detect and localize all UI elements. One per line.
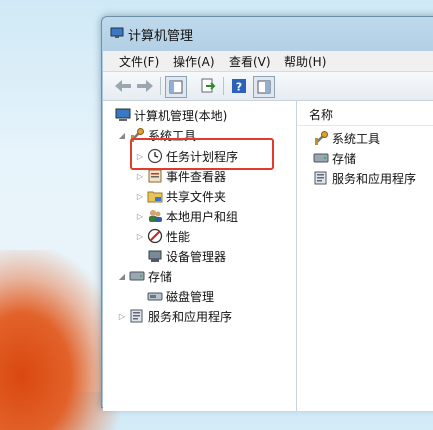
menu-help[interactable]: 帮助(H) bbox=[284, 53, 326, 70]
services-icon bbox=[313, 170, 329, 186]
tree-item-local-users[interactable]: ▷ 本地用户和组 bbox=[135, 207, 238, 225]
tree-label: 存储 bbox=[148, 269, 173, 284]
tree-item-device-manager[interactable]: 设备管理器 bbox=[145, 247, 226, 265]
tree-label: 设备管理器 bbox=[166, 249, 227, 264]
list-item[interactable]: 存储 bbox=[311, 149, 356, 167]
show-hide-tree-icon[interactable] bbox=[165, 76, 187, 98]
computer-management-icon bbox=[110, 27, 124, 39]
toolbar-separator bbox=[160, 77, 161, 95]
details-pane: 名称 系统工具 存储 服务和应用程序 bbox=[297, 101, 433, 411]
svg-text:?: ? bbox=[236, 81, 242, 94]
tree-item-disk-management[interactable]: 磁盘管理 bbox=[145, 287, 214, 305]
computer-icon bbox=[115, 107, 131, 123]
column-header-label: 名称 bbox=[309, 108, 334, 122]
back-icon[interactable] bbox=[113, 76, 133, 96]
help-icon[interactable]: ? bbox=[229, 76, 249, 96]
tree-label: 性能 bbox=[166, 229, 191, 244]
users-icon bbox=[147, 208, 163, 224]
tree-label: 共享文件夹 bbox=[166, 189, 227, 204]
collapse-arrow-icon[interactable]: ▷ bbox=[135, 172, 145, 181]
performance-icon bbox=[147, 228, 163, 244]
disk-management-icon bbox=[147, 288, 163, 304]
window-title: 计算机管理 bbox=[128, 29, 194, 44]
tree-label: 本地用户和组 bbox=[166, 209, 239, 224]
collapse-arrow-icon[interactable]: ▷ bbox=[117, 312, 127, 321]
collapse-arrow-icon[interactable]: ▷ bbox=[135, 192, 145, 201]
storage-icon bbox=[313, 150, 329, 166]
list-item-label: 服务和应用程序 bbox=[332, 171, 417, 186]
tree-item-performance[interactable]: ▷ 性能 bbox=[135, 227, 190, 245]
computer-management-window: 计算机管理 文件(F) 操作(A) 查看(V) 帮助(H) ? 计算机管理(本地… bbox=[101, 16, 433, 411]
services-icon bbox=[129, 308, 145, 324]
menu-bar: 文件(F) 操作(A) 查看(V) 帮助(H) bbox=[103, 51, 433, 72]
collapse-arrow-icon[interactable]: ▷ bbox=[135, 232, 145, 241]
title-bar[interactable]: 计算机管理 bbox=[102, 17, 433, 47]
tree-item-services-apps[interactable]: ▷ 服务和应用程序 bbox=[117, 307, 232, 325]
list-item[interactable]: 服务和应用程序 bbox=[311, 169, 416, 187]
list-item-label: 存储 bbox=[332, 151, 357, 166]
tools-icon bbox=[313, 130, 329, 146]
expand-arrow-icon[interactable]: ◢ bbox=[117, 131, 127, 140]
tree-item-storage[interactable]: ◢ 存储 bbox=[117, 267, 172, 285]
collapse-arrow-icon[interactable]: ▷ bbox=[135, 212, 145, 221]
export-list-icon[interactable] bbox=[198, 76, 218, 96]
menu-view[interactable]: 查看(V) bbox=[229, 53, 271, 70]
list-item-label: 系统工具 bbox=[332, 131, 381, 146]
column-header-name[interactable]: 名称 bbox=[297, 101, 433, 126]
tree-label: 磁盘管理 bbox=[166, 289, 215, 304]
toolbar-separator bbox=[223, 77, 224, 95]
event-viewer-icon bbox=[147, 168, 163, 184]
forward-icon[interactable] bbox=[135, 76, 155, 96]
expand-arrow-icon[interactable]: ◢ bbox=[117, 272, 127, 281]
tree-label: 计算机管理(本地) bbox=[134, 108, 228, 123]
tree-item-root[interactable]: 计算机管理(本地) bbox=[113, 106, 227, 124]
properties-icon[interactable] bbox=[253, 76, 275, 98]
shared-folder-icon bbox=[147, 188, 163, 204]
storage-icon bbox=[129, 268, 145, 284]
tree-label: 服务和应用程序 bbox=[148, 309, 233, 324]
menu-action[interactable]: 操作(A) bbox=[173, 53, 215, 70]
toolbar: ? bbox=[103, 72, 433, 101]
device-manager-icon bbox=[147, 248, 163, 264]
highlight-box bbox=[130, 138, 274, 170]
tree-item-shared-folders[interactable]: ▷ 共享文件夹 bbox=[135, 187, 226, 205]
menu-file[interactable]: 文件(F) bbox=[119, 53, 159, 70]
tree-label: 事件查看器 bbox=[166, 169, 227, 184]
list-item[interactable]: 系统工具 bbox=[311, 129, 380, 147]
